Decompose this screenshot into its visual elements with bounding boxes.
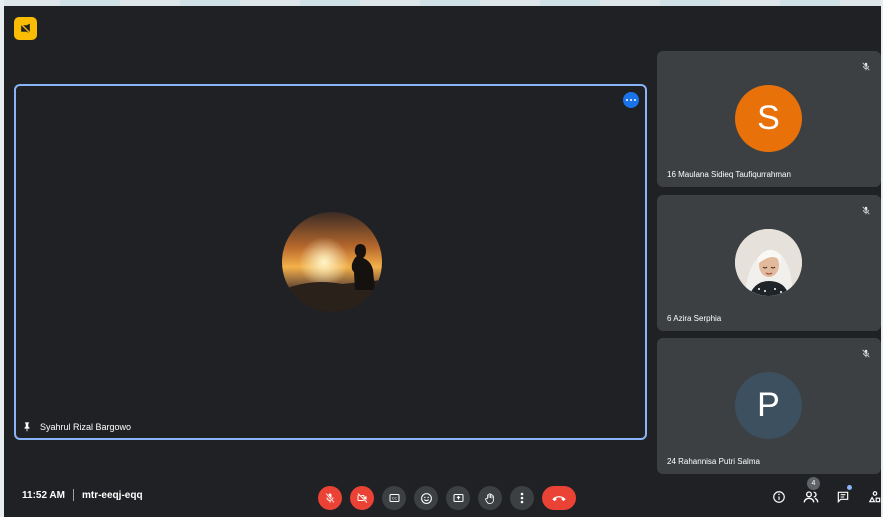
camera-off-icon: [356, 492, 368, 504]
side-panel-buttons: 4: [770, 477, 883, 508]
no-camera-icon: [20, 23, 31, 34]
participant-count-badge: 4: [807, 477, 820, 490]
avatar: [735, 229, 802, 296]
divider: [72, 489, 74, 501]
svg-text:CC: CC: [392, 497, 397, 501]
unread-indicator: [847, 485, 852, 490]
send-reaction-button[interactable]: [414, 486, 438, 510]
participant-name: 16 Maulana Sidieq Taufiqurrahman: [667, 170, 791, 179]
activities-icon: [868, 491, 881, 503]
leave-call-button[interactable]: [542, 486, 576, 510]
participant-tile[interactable]: 6 Azira Serphia: [657, 195, 881, 331]
toggle-camera-button[interactable]: [350, 486, 374, 510]
participant-tile[interactable]: P 24 Rahannisa Putri Salma: [657, 338, 881, 474]
raise-hand-button[interactable]: [478, 486, 502, 510]
avatar: S: [735, 85, 802, 152]
mic-muted-icon: [862, 349, 870, 358]
emoji-icon: [420, 492, 432, 504]
avatar: P: [735, 372, 802, 439]
more-options-button[interactable]: [510, 486, 534, 510]
chat-button[interactable]: [834, 485, 852, 508]
captions-button[interactable]: CC: [382, 486, 406, 510]
more-vert-icon: [520, 492, 524, 504]
sunset-silhouette-photo-icon: [282, 212, 382, 312]
meeting-details-button[interactable]: [770, 486, 788, 508]
chat-icon: [837, 491, 849, 504]
mic-muted-icon: [862, 62, 870, 71]
call-controls: CC: [318, 486, 576, 510]
mic-muted-icon: [862, 206, 870, 215]
hang-up-icon: [552, 495, 566, 501]
present-screen-icon: [453, 494, 463, 502]
meeting-details: 11:52 AM mtr-eeqj-eqq: [22, 489, 143, 501]
meeting-control-bar: 11:52 AM mtr-eeqj-eqq CC 4: [0, 477, 883, 517]
captions-icon: CC: [389, 494, 399, 502]
toggle-mic-button[interactable]: [318, 486, 342, 510]
participant-name: 24 Rahannisa Putri Salma: [667, 457, 760, 466]
main-tile-name-label: Syahrul Rizal Bargowo: [22, 421, 131, 432]
participant-name: Syahrul Rizal Bargowo: [40, 421, 132, 432]
info-icon: [773, 491, 785, 503]
activities-button[interactable]: [866, 486, 883, 508]
avatar-initial: S: [757, 99, 780, 137]
meeting-code: mtr-eeqj-eqq: [81, 489, 143, 501]
show-everyone-button[interactable]: 4: [802, 477, 820, 508]
people-icon: [803, 491, 819, 503]
pin-icon[interactable]: [22, 421, 32, 432]
window-left-edge: [0, 0, 4, 517]
main-video-tile[interactable]: Syahrul Rizal Bargowo: [14, 84, 647, 440]
avatar: [282, 212, 382, 312]
raise-hand-icon: [485, 492, 494, 504]
meeting-time: 11:52 AM: [22, 489, 65, 501]
tile-more-options-button[interactable]: [623, 92, 639, 108]
hijab-portrait-photo-icon: [735, 229, 802, 296]
present-now-button[interactable]: [446, 486, 470, 510]
browser-top-strip: [0, 0, 883, 6]
avatar-initial: P: [757, 386, 780, 424]
meeting-info-badge[interactable]: [14, 17, 37, 40]
participant-name: 6 Azira Serphia: [667, 314, 722, 323]
participant-tile[interactable]: S 16 Maulana Sidieq Taufiqurrahman: [657, 51, 881, 187]
mic-off-icon: [325, 492, 335, 504]
